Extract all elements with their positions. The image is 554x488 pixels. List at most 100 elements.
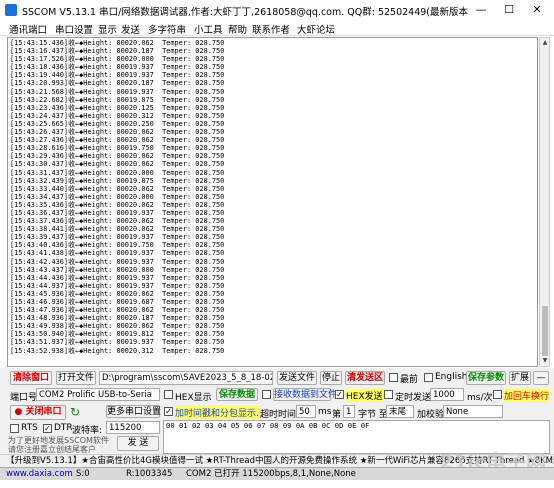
menu-forum[interactable]: 大虾论坛: [297, 22, 335, 36]
timed-send-label: 定时发送:: [395, 393, 435, 403]
status-bar: www.daxia.com S:0 R:1003345 COM2 已打开 115…: [0, 467, 554, 480]
scroll-up-icon[interactable]: ▲: [541, 39, 549, 46]
recv-to-file-button[interactable]: 接收数据到文件: [273, 388, 337, 401]
menu-multi-string[interactable]: 多字符串: [148, 22, 186, 36]
log-line: [15:43:47.936]收←◆Height: 00020.062 Tempe…: [10, 306, 225, 315]
menu-comm-port[interactable]: 通讯端口: [9, 22, 47, 36]
menu-send[interactable]: 发送: [121, 22, 140, 36]
log-line: [15:43:21.568]收←◆Height: 00019.937 Tempe…: [10, 87, 225, 96]
english-checkbox[interactable]: [424, 373, 433, 382]
interval-unit: ms/次: [467, 393, 493, 403]
checksum-select[interactable]: None: [443, 405, 503, 418]
byte-no-input[interactable]: 1: [343, 405, 355, 418]
log-line: [15:43:27.436]收←◆Height: 00020.062 Tempe…: [10, 136, 225, 145]
byte-to-label: 字节 至: [358, 410, 388, 420]
topmost-label: 最前: [400, 375, 419, 385]
log-line: [15:43:45.936]收←◆Height: 00020.062 Tempe…: [10, 289, 225, 298]
timestamp-checkbox[interactable]: ✓: [164, 407, 173, 416]
port-status-icon: ●: [14, 407, 23, 417]
clear-send-button[interactable]: 清发送区: [345, 371, 385, 385]
byte-no-label: 第: [332, 410, 342, 420]
timeout-label: 超时时间:: [260, 410, 300, 420]
file-path-field[interactable]: D:\program\sscom\SAVE2023_5_8_18-02-04.D…: [99, 371, 273, 385]
timed-send-checkbox[interactable]: [384, 390, 393, 399]
log-line: [15:43:41.438]收←◆Height: 00019.937 Tempe…: [10, 249, 225, 258]
log-line: [15:43:25.665]收←◆Height: 00020.250 Tempe…: [10, 119, 225, 128]
menu-serial-settings[interactable]: 串口设置: [55, 22, 93, 36]
menu-bar: 通讯端口 串口设置 显示 发送 多字符串 小工具 帮助 联系作者 大虾论坛: [0, 20, 554, 36]
topmost-checkbox[interactable]: [389, 373, 398, 382]
add-crlf-label: 加回车换行: [504, 389, 550, 402]
dtr-checkbox[interactable]: ✓: [43, 424, 52, 433]
add-crlf-checkbox[interactable]: [493, 390, 502, 399]
receive-log[interactable]: [15:43:15.436]收←◆Height: 00020.062 Tempe…: [7, 37, 538, 367]
save-data-button[interactable]: 保存数据: [216, 388, 258, 401]
log-line: [15:43:22.682]收←◆Height: 00019.875 Tempe…: [10, 95, 225, 104]
log-line: [15:43:44.436]收←◆Height: 00019.937 Tempe…: [10, 273, 225, 282]
send-file-button[interactable]: 发送文件: [277, 371, 317, 385]
timestamp-label: 加时间戳和分包显示.: [175, 406, 259, 419]
maximize-button[interactable]: ☐: [496, 2, 522, 18]
close-button[interactable]: ✕: [524, 2, 550, 18]
more-serial-settings-button[interactable]: 更多串口设置: [106, 405, 161, 418]
dtr-label: DTR: [54, 423, 73, 433]
log-line: [15:43:15.436]收←◆Height: 00020.062 Tempe…: [10, 39, 225, 47]
window-title: SSCOM V5.13.1 串口/网络数据调试器,作者:大虾丁丁,2618058…: [22, 7, 469, 18]
clear-window-button[interactable]: 清除窗口: [10, 371, 52, 385]
rts-label: RTS: [21, 423, 38, 433]
expand-button[interactable]: 扩展: [509, 371, 531, 385]
recv-to-file-checkbox[interactable]: [262, 390, 271, 399]
checksum-label: 加校验: [417, 410, 445, 420]
menu-tools[interactable]: 小工具: [194, 22, 223, 36]
log-line: [15:43:16.437]收←◆Height: 00020.187 Tempe…: [10, 47, 225, 56]
log-line: [15:43:44.937]收←◆Height: 00019.937 Tempe…: [10, 281, 225, 290]
end-select[interactable]: 末尾: [386, 405, 414, 418]
baud-label: 波特率:: [72, 426, 103, 436]
log-line: [15:43:23.436]收←◆Height: 00020.125 Tempe…: [10, 103, 225, 112]
port-select[interactable]: COM2 Prolific USB-to-Seria: [36, 388, 160, 401]
log-line: [15:43:33.440]收←◆Height: 00020.062 Tempe…: [10, 184, 225, 193]
port-info: COM2 已打开 115200bps,8,1,None,None: [186, 469, 356, 479]
send-button[interactable]: 发 送: [117, 436, 159, 451]
log-line: [15:43:30.437]收←◆Height: 00020.062 Tempe…: [10, 160, 225, 169]
scroll-thumb[interactable]: [542, 306, 548, 356]
port-label: 端口号: [10, 393, 38, 403]
timeout-unit: ms: [318, 407, 332, 417]
close-port-label: 关闭串口: [25, 407, 62, 417]
interval-input[interactable]: 1000: [430, 388, 464, 401]
collapse-button[interactable]: —: [533, 371, 549, 385]
sent-count: S:0: [76, 469, 90, 479]
log-line: [15:43:51.937]收←◆Height: 00019.937 Tempe…: [10, 338, 225, 347]
open-file-button[interactable]: 打开文件: [56, 371, 96, 385]
baud-select[interactable]: 115200: [106, 421, 160, 434]
save-params-button[interactable]: 保存参数: [466, 371, 506, 385]
received-count: R:1003345: [126, 469, 173, 479]
app-logo-icon: [5, 4, 17, 16]
hex-send-label: HEX发送: [346, 389, 383, 402]
stop-button[interactable]: 停止: [320, 371, 342, 385]
log-line: [15:43:35.436]收←◆Height: 00020.062 Tempe…: [10, 200, 225, 209]
close-port-button[interactable]: ● 关闭串口: [10, 405, 66, 420]
menu-contact-author[interactable]: 联系作者: [252, 22, 290, 36]
receive-log-text: [15:43:15.436]收←◆Height: 00020.062 Tempe…: [10, 39, 224, 355]
log-line: [15:43:20.993]收←◆Height: 00020.187 Tempe…: [10, 79, 225, 88]
log-line: [15:43:42.436]收←◆Height: 00019.937 Tempe…: [10, 257, 225, 266]
log-line: [15:43:36.437]收←◆Height: 00019.937 Tempe…: [10, 208, 225, 217]
minimize-button[interactable]: —: [468, 2, 494, 18]
english-label: English: [435, 372, 468, 382]
menu-display[interactable]: 显示: [98, 22, 117, 36]
timeout-input[interactable]: 50: [296, 405, 316, 418]
log-scrollbar[interactable]: ▲ ▼: [539, 37, 550, 367]
refresh-icon[interactable]: ↻: [70, 405, 80, 419]
hex-display-checkbox[interactable]: [164, 390, 173, 399]
rts-checkbox[interactable]: [10, 424, 19, 433]
log-line: [15:43:31.437]收←◆Height: 00020.000 Tempe…: [10, 168, 225, 177]
hex-send-checkbox[interactable]: ✓: [335, 390, 344, 399]
log-line: [15:43:24.437]收←◆Height: 00020.312 Tempe…: [10, 111, 225, 120]
scroll-down-icon[interactable]: ▼: [541, 357, 549, 364]
log-line: [15:43:34.437]收←◆Height: 00020.000 Tempe…: [10, 192, 225, 201]
log-line: [15:43:32.439]收←◆Height: 00019.875 Tempe…: [10, 176, 225, 185]
website-link[interactable]: www.daxia.com: [6, 469, 73, 480]
menu-help[interactable]: 帮助: [228, 22, 247, 36]
hex-display-label: HEX显示: [175, 393, 212, 403]
